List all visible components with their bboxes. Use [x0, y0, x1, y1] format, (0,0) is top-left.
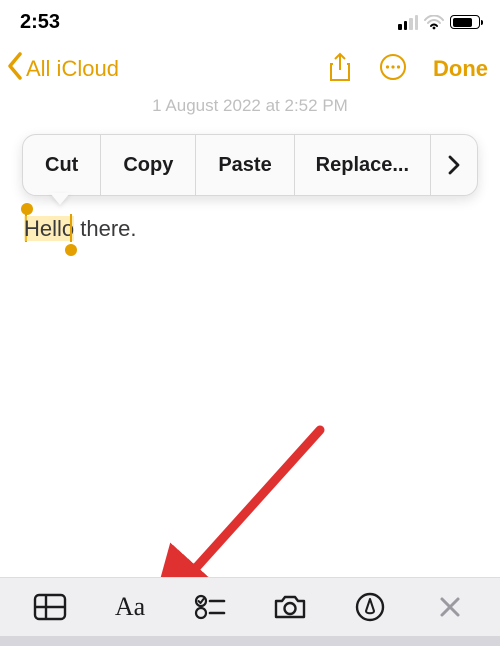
checklist-icon — [194, 594, 226, 620]
note-text-rest: there. — [74, 216, 136, 241]
text-format-icon: Aa — [115, 592, 145, 622]
note-date: 1 August 2022 at 2:52 PM — [0, 96, 500, 116]
menu-copy[interactable]: Copy — [101, 135, 195, 195]
menu-paste[interactable]: Paste — [196, 135, 293, 195]
keyboard-toolbar: Aa — [0, 577, 500, 636]
more-button[interactable] — [379, 53, 407, 86]
wifi-icon — [424, 15, 444, 30]
nav-bar: All iCloud Done — [0, 44, 500, 94]
menu-replace[interactable]: Replace... — [295, 135, 430, 195]
text-format-button[interactable]: Aa — [104, 586, 156, 628]
status-bar: 2:53 — [0, 0, 500, 44]
cellular-signal-icon — [398, 15, 418, 30]
text-selection-menu: Cut Copy Paste Replace... — [22, 134, 478, 196]
checklist-button[interactable] — [184, 586, 236, 628]
share-button[interactable] — [327, 52, 353, 87]
annotation-arrow — [0, 0, 500, 646]
battery-icon — [450, 15, 480, 29]
table-icon — [33, 593, 67, 621]
chevron-right-icon — [448, 155, 460, 175]
done-button[interactable]: Done — [433, 56, 488, 82]
chevron-left-icon — [6, 52, 24, 86]
selection-handle-end[interactable] — [65, 244, 77, 256]
camera-button[interactable] — [264, 586, 316, 628]
markup-icon — [355, 592, 385, 622]
selected-text: Hello — [24, 216, 74, 241]
markup-button[interactable] — [344, 586, 396, 628]
status-right — [398, 15, 480, 30]
table-button[interactable] — [24, 586, 76, 628]
dismiss-button[interactable] — [424, 586, 476, 628]
back-button[interactable]: All iCloud — [6, 52, 119, 86]
selection-handle-start[interactable] — [21, 203, 33, 215]
close-icon — [438, 595, 462, 619]
status-time: 2:53 — [20, 11, 60, 34]
back-label: All iCloud — [26, 56, 119, 82]
menu-more[interactable] — [431, 135, 477, 195]
note-body[interactable]: Hello there. — [24, 216, 137, 242]
menu-cut[interactable]: Cut — [23, 135, 100, 195]
camera-icon — [273, 594, 307, 620]
